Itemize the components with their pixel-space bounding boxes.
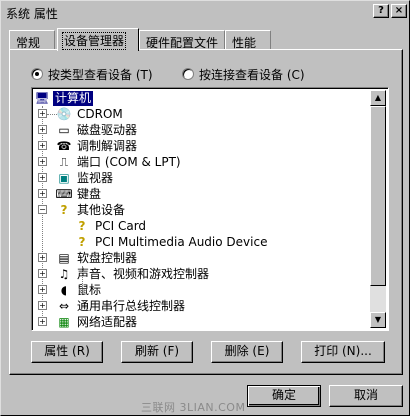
- tree-item-label: 通用串行总线控制器: [77, 298, 186, 313]
- tree-item-label: 端口 (COM & LPT): [77, 154, 181, 169]
- tree-item-label: 计算机: [53, 90, 94, 106]
- tree-item-label: 网络适配器: [77, 314, 138, 329]
- tree-root-computer[interactable]: 🖥 计算机: [34, 90, 94, 106]
- tree-item-label: 调制解调器: [77, 138, 138, 153]
- port-icon: ⎍: [59, 154, 69, 169]
- computer-icon: 🖥: [34, 91, 50, 105]
- tree-scrollbar[interactable]: ▲ ▼: [370, 90, 386, 328]
- tab-performance[interactable]: 性能: [225, 30, 271, 50]
- watermark-text: 三联网 3LIAN.COM: [141, 401, 246, 414]
- device-tree-content: 🖥 计算机 + 💿 CDROM + ▭ 磁盘驱动器 + ☎ 调制解调器 + ⎍ …: [34, 90, 372, 330]
- expand-plus-icon[interactable]: +: [38, 301, 47, 310]
- expand-plus-icon[interactable]: +: [38, 141, 47, 150]
- tree-connector: [47, 114, 57, 115]
- tree-item-ports[interactable]: + ⎍ 端口 (COM & LPT): [34, 154, 183, 170]
- help-button[interactable]: ?: [373, 4, 389, 18]
- expand-plus-icon[interactable]: +: [38, 125, 47, 134]
- tree-item-modems[interactable]: + ☎ 调制解调器: [34, 138, 139, 154]
- properties-button[interactable]: 属性 (R): [31, 341, 103, 363]
- mouse-icon: ◖: [60, 283, 68, 297]
- disk-drive-icon: ▭: [58, 123, 70, 137]
- expand-plus-icon[interactable]: +: [38, 317, 47, 326]
- tree-item-pci-card[interactable]: ? PCI Card: [74, 218, 148, 234]
- tree-item-label: 其他设备: [77, 202, 126, 217]
- expand-plus-icon[interactable]: +: [38, 189, 47, 198]
- modem-icon: ☎: [56, 139, 72, 153]
- unknown-device-icon: ?: [60, 203, 68, 217]
- view-by-connection-radio[interactable]: 按连接查看设备 (C): [182, 67, 305, 82]
- radio-selected-icon: [31, 68, 43, 80]
- expand-plus-icon[interactable]: +: [38, 157, 47, 166]
- title-bar: 系统 属性 ? ×: [3, 3, 407, 21]
- remove-button[interactable]: 删除 (E): [211, 341, 283, 363]
- cdrom-icon: 💿: [56, 107, 72, 121]
- monitor-icon: ▣: [58, 171, 70, 185]
- unknown-device-icon: ?: [78, 219, 86, 233]
- tab-device-manager[interactable]: 设备管理器: [57, 28, 139, 51]
- tree-item-mouse[interactable]: + ◖ 鼠标: [34, 282, 103, 298]
- expand-plus-icon[interactable]: +: [38, 285, 47, 294]
- floppy-controller-icon: ▤: [58, 251, 70, 265]
- sound-icon: ♫: [58, 267, 70, 281]
- close-button[interactable]: ×: [391, 4, 407, 18]
- unknown-device-icon: ?: [78, 235, 86, 249]
- tree-item-label: CDROM: [77, 106, 123, 121]
- usb-icon: ⇔: [58, 299, 70, 313]
- system-properties-window: 系统 属性 ? × 常规 设备管理器 硬件配置文件 性能 按类型查看设备 (T)…: [0, 0, 410, 416]
- tree-item-other-devices[interactable]: − ? 其他设备: [34, 202, 127, 218]
- tree-item-disk-drives[interactable]: + ▭ 磁盘驱动器: [34, 122, 139, 138]
- cancel-button[interactable]: 取消: [329, 385, 403, 407]
- tree-item-usb-controllers[interactable]: + ⇔ 通用串行总线控制器: [34, 298, 187, 314]
- tree-item-label: 磁盘驱动器: [77, 122, 138, 137]
- radio-unselected-icon: [182, 68, 194, 80]
- tree-item-label: PCI Card: [95, 218, 147, 233]
- tab-hardware-profiles[interactable]: 硬件配置文件: [139, 30, 225, 50]
- expand-plus-icon[interactable]: +: [38, 269, 47, 278]
- scroll-down-arrow-icon[interactable]: ▼: [370, 312, 386, 328]
- refresh-button[interactable]: 刷新 (F): [121, 341, 193, 363]
- tree-item-label: 监视器: [77, 170, 114, 185]
- tree-item-label: 声音、视频和游戏控制器: [77, 266, 210, 281]
- tab-general[interactable]: 常规: [9, 30, 55, 50]
- tree-item-keyboards[interactable]: + ⌨ 键盘: [34, 186, 103, 202]
- device-tree[interactable]: 🖥 计算机 + 💿 CDROM + ▭ 磁盘驱动器 + ☎ 调制解调器 + ⎍ …: [31, 87, 389, 331]
- tree-item-label: 软盘控制器: [77, 250, 138, 265]
- tree-item-floppy-controllers[interactable]: + ▤ 软盘控制器: [34, 250, 139, 266]
- window-title: 系统 属性: [6, 7, 58, 21]
- expand-plus-icon[interactable]: +: [38, 173, 47, 182]
- view-by-type-radio[interactable]: 按类型查看设备 (T): [31, 67, 153, 82]
- keyboard-icon: ⌨: [55, 187, 73, 201]
- ok-button[interactable]: 确定: [247, 385, 321, 407]
- print-button[interactable]: 打印 (N)...: [301, 341, 385, 363]
- device-manager-panel: 按类型查看设备 (T) 按连接查看设备 (C) 🖥 计算机 + 💿 CDROM …: [9, 49, 403, 375]
- expand-plus-icon[interactable]: +: [38, 109, 47, 118]
- tree-item-pci-audio[interactable]: ? PCI Multimedia Audio Device: [74, 234, 269, 250]
- collapse-minus-icon[interactable]: −: [38, 205, 47, 214]
- tree-item-network-adapters[interactable]: + ▦ 网络适配器: [34, 314, 139, 330]
- tree-item-sound-controllers[interactable]: + ♫ 声音、视频和游戏控制器: [34, 266, 211, 282]
- tree-item-label: 鼠标: [77, 282, 102, 297]
- scrollbar-thumb[interactable]: [370, 106, 386, 286]
- tree-item-label: PCI Multimedia Audio Device: [95, 234, 268, 249]
- tree-item-label: 键盘: [77, 186, 102, 201]
- tree-item-monitors[interactable]: + ▣ 监视器: [34, 170, 115, 186]
- tree-item-cdrom[interactable]: + 💿 CDROM: [34, 106, 125, 122]
- network-adapter-icon: ▦: [58, 315, 70, 329]
- scroll-up-arrow-icon[interactable]: ▲: [370, 90, 386, 106]
- expand-plus-icon[interactable]: +: [38, 253, 47, 262]
